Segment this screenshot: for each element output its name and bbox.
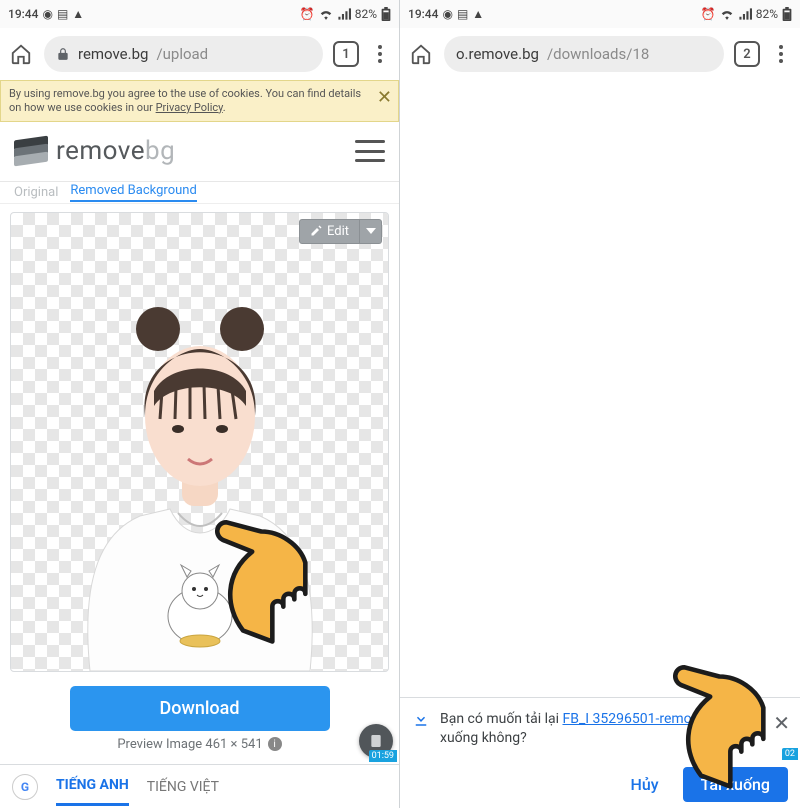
warning-icon: ▲ — [472, 7, 484, 21]
alarm-icon: ⏰ — [701, 7, 716, 21]
lang-english[interactable]: TIẾNG ANH — [56, 777, 129, 806]
status-bar: 19:44 ◉ ▤ ▲ ⏰ 82% — [400, 0, 800, 28]
url-field[interactable]: o.remove.bg/downloads/18 — [444, 36, 724, 72]
status-bar: 19:44 ◉ ▤ ▲ ⏰ 82% — [0, 0, 399, 28]
tab-count[interactable]: 1 — [333, 41, 359, 67]
overlay-timestamp: 01:59 — [369, 750, 397, 762]
status-clock: 19:44 — [8, 7, 38, 21]
chat-icon: ▤ — [457, 7, 468, 21]
battery-icon — [381, 7, 391, 21]
download-icon — [412, 710, 430, 748]
tab-count[interactable]: 2 — [734, 41, 760, 67]
battery-icon — [782, 7, 792, 21]
alarm-icon: ⏰ — [300, 7, 315, 21]
url-path: /downloads/18 — [547, 45, 649, 63]
result-image — [50, 241, 350, 671]
record-icon: ◉ — [42, 7, 52, 21]
phone-right: 19:44 ◉ ▤ ▲ ⏰ 82% o.remove.bg/downloads/… — [400, 0, 800, 808]
browser-menu-button[interactable] — [770, 45, 792, 63]
home-button[interactable] — [408, 41, 434, 67]
battery-text: 82% — [756, 7, 778, 21]
google-translate-icon[interactable]: G — [12, 774, 38, 800]
info-icon[interactable]: i — [268, 737, 282, 751]
download-prompt-text: Bạn có muốn tải lại FB_I 35296501-remove… — [440, 710, 760, 748]
status-clock: 19:44 — [408, 7, 438, 21]
tab-removed[interactable]: Removed Background — [70, 183, 196, 202]
download-filename[interactable]: FB_I 35296501-removebg-pr — [562, 711, 737, 727]
url-host: remove.bg — [78, 45, 148, 63]
wifi-icon — [319, 8, 333, 20]
signal-icon — [738, 8, 752, 20]
record-icon: ◉ — [442, 7, 452, 21]
close-icon[interactable]: ✕ — [377, 87, 392, 110]
site-header: removebg — [0, 122, 399, 182]
tab-original[interactable]: Original — [14, 185, 58, 200]
result-tabs: Original Removed Background — [0, 182, 399, 204]
download-button[interactable]: Download — [70, 686, 330, 731]
browser-menu-button[interactable] — [369, 45, 391, 63]
wifi-icon — [720, 8, 734, 20]
home-button[interactable] — [8, 41, 34, 67]
phone-left: 19:44 ◉ ▤ ▲ ⏰ 82% remove.bg/ — [0, 0, 400, 808]
menu-button[interactable] — [355, 140, 385, 162]
lock-icon — [56, 47, 70, 61]
overlay-timestamp: 02 — [782, 748, 798, 760]
preview-card: Edit — [10, 212, 389, 672]
logo[interactable]: removebg — [14, 136, 175, 166]
translate-bar: G TIẾNG ANH TIẾNG VIỆT — [0, 764, 399, 808]
download-actions: Hủy Tải xuống — [400, 760, 800, 808]
edit-dropdown[interactable] — [360, 219, 382, 244]
logo-icon — [14, 138, 48, 164]
battery-text: 82% — [355, 7, 377, 21]
warning-icon: ▲ — [72, 7, 84, 21]
confirm-download-button[interactable]: Tải xuống — [683, 767, 788, 802]
url-path: /upload — [156, 45, 208, 63]
chat-icon: ▤ — [57, 7, 68, 21]
cancel-button[interactable]: Hủy — [617, 767, 673, 802]
privacy-link[interactable]: Privacy Policy — [156, 101, 223, 114]
download-prompt: Bạn có muốn tải lại FB_I 35296501-remove… — [400, 697, 800, 760]
address-bar: o.remove.bg/downloads/18 2 — [400, 28, 800, 80]
url-field[interactable]: remove.bg/upload — [44, 36, 323, 72]
address-bar: remove.bg/upload 1 — [0, 28, 399, 80]
lang-vietnamese[interactable]: TIẾNG VIỆT — [147, 779, 219, 795]
preview-dimensions: Preview Image 461 × 541 i — [0, 737, 399, 752]
url-host: o.remove.bg — [456, 45, 539, 63]
cookie-banner: By using remove.bg you agree to the use … — [0, 80, 399, 122]
close-icon[interactable]: ✕ — [773, 710, 790, 737]
signal-icon — [337, 8, 351, 20]
